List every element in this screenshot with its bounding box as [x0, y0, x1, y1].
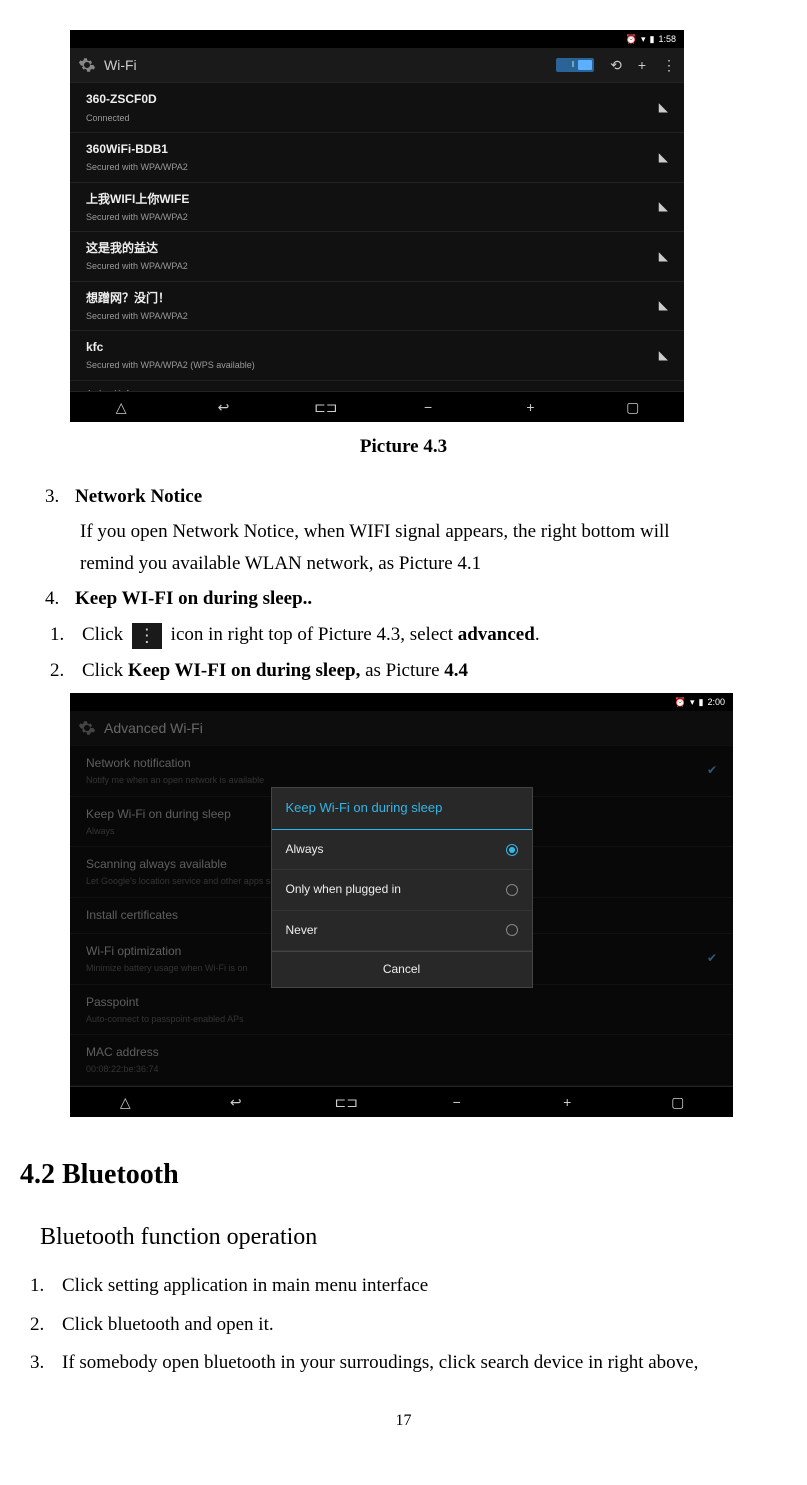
bluetooth-step: 1. Click setting application in main men… [20, 1271, 787, 1301]
status-time: 1:58 [658, 32, 676, 46]
overflow-menu-icon[interactable]: ⋮ [662, 54, 676, 76]
body-text: If you open Network Notice, when WIFI si… [20, 517, 787, 547]
refresh-icon[interactable]: ⟲ [610, 54, 622, 76]
wifi-signal-icon: ◣ [659, 98, 668, 117]
step-item: 1. Click icon in right top of Picture 4.… [20, 620, 787, 650]
wifi-toggle[interactable]: I [556, 58, 594, 72]
wifi-signal-icon: ◣ [659, 296, 668, 315]
status-bar: ⏰ ▾ ▮ 1:58 [70, 30, 684, 48]
wifi-network-item[interactable]: kfc Secured with WPA/WPA2 (WPS available… [70, 331, 684, 381]
alarm-icon: ⏰ [626, 32, 637, 46]
bluetooth-step: 2. Click bluetooth and open it. [20, 1310, 787, 1340]
nav-recent-icon[interactable]: ⊏⊐ [314, 396, 338, 418]
nav-screenshot-icon[interactable]: ▢ [666, 1091, 690, 1113]
overflow-menu-inline-icon [132, 623, 162, 649]
list-item-network-notice: 3. Network Notice [45, 482, 787, 512]
bluetooth-step: 3. If somebody open bluetooth in your su… [20, 1348, 787, 1378]
page-number: 17 [20, 1408, 787, 1434]
wifi-network-item[interactable]: 想知道密码吗？ Secured with WPA/WPA2 ◣ [70, 381, 684, 391]
battery-icon: ▮ [650, 32, 655, 46]
wifi-network-item[interactable]: 想蹭网？没门！ Secured with WPA/WPA2 ◣ [70, 282, 684, 332]
dialog-option-plugged[interactable]: Only when plugged in [272, 870, 532, 910]
nav-volume-up-icon[interactable]: + [518, 396, 542, 418]
screenshot-advanced-wifi: ⏰ ▾ ▮ 2:00 Advanced Wi-Fi Network notifi… [70, 693, 733, 1083]
nav-bar: △ ↩ ⊏⊐ − + ▢ [70, 391, 684, 422]
wifi-status-icon: ▾ [641, 32, 646, 46]
sleep-policy-dialog: Keep Wi-Fi on during sleep Always Only w… [271, 787, 533, 988]
header-title: Wi-Fi [104, 54, 556, 76]
dialog-option-always[interactable]: Always [272, 830, 532, 870]
wifi-signal-icon: ◣ [659, 197, 668, 216]
switch-handle-icon [578, 60, 592, 70]
dialog-overlay: Keep Wi-Fi on during sleep Always Only w… [70, 693, 733, 1083]
nav-recent-icon[interactable]: ⊏⊐ [334, 1091, 358, 1113]
bluetooth-subheading: Bluetooth function operation [40, 1218, 787, 1256]
list-item-keep-wifi: 4. Keep WI-FI on during sleep.. [45, 584, 787, 614]
nav-home-icon[interactable]: △ [113, 1091, 137, 1113]
wifi-network-item[interactable]: 360WiFi-BDB1 Secured with WPA/WPA2 ◣ [70, 133, 684, 183]
radio-selected-icon [506, 844, 518, 856]
wifi-settings-header: Wi-Fi I ⟲ + ⋮ [70, 48, 684, 83]
wifi-signal-icon: ◣ [659, 247, 668, 266]
nav-home-icon[interactable]: △ [109, 396, 133, 418]
screenshot-wifi-list: ⏰ ▾ ▮ 1:58 Wi-Fi I ⟲ + ⋮ 360-ZSCF0D [70, 30, 684, 422]
nav-screenshot-icon[interactable]: ▢ [621, 396, 645, 418]
nav-back-icon[interactable]: ↩ [224, 1091, 248, 1113]
radio-icon [506, 884, 518, 896]
caption-4-3: Picture 4.3 [20, 432, 787, 462]
bluetooth-heading: 4.2 Bluetooth [20, 1153, 787, 1198]
gear-icon [78, 56, 96, 74]
wifi-signal-icon: ◣ [659, 148, 668, 167]
body-text: remind you available WLAN network, as Pi… [20, 549, 787, 579]
wifi-signal-icon: ◣ [659, 346, 668, 365]
nav-volume-down-icon[interactable]: − [416, 396, 440, 418]
add-icon[interactable]: + [638, 54, 646, 76]
nav-volume-down-icon[interactable]: − [445, 1091, 469, 1113]
wifi-network-item[interactable]: 上我WIFI上你WIFE Secured with WPA/WPA2 ◣ [70, 183, 684, 233]
dialog-title: Keep Wi-Fi on during sleep [272, 788, 532, 830]
wifi-network-item[interactable]: 这是我的益达 Secured with WPA/WPA2 ◣ [70, 232, 684, 282]
nav-bar: △ ↩ ⊏⊐ − + ▢ [70, 1086, 733, 1117]
step-item: 2. Click Keep WI-FI on during sleep, as … [20, 656, 787, 686]
nav-volume-up-icon[interactable]: + [555, 1091, 579, 1113]
dialog-cancel-button[interactable]: Cancel [272, 951, 532, 987]
wifi-network-item[interactable]: 360-ZSCF0D Connected ◣ [70, 83, 684, 133]
wifi-network-list: 360-ZSCF0D Connected ◣ 360WiFi-BDB1 Secu… [70, 83, 684, 390]
radio-icon [506, 924, 518, 936]
dialog-option-never[interactable]: Never [272, 911, 532, 951]
nav-back-icon[interactable]: ↩ [211, 396, 235, 418]
